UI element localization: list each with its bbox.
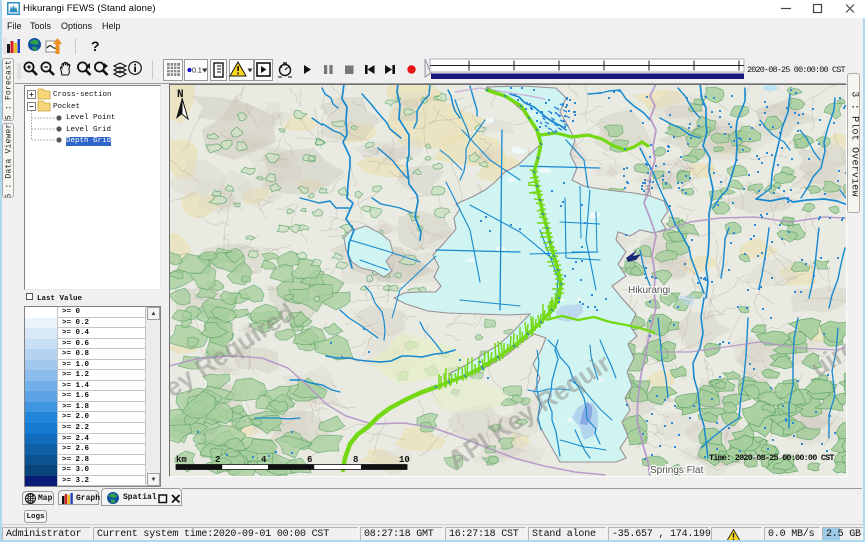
- svg-text:?: ?: [91, 38, 100, 54]
- svg-text:2: 2: [215, 455, 220, 465]
- svg-text:Hikurangi: Hikurangi: [628, 285, 670, 296]
- svg-text:8: 8: [353, 455, 358, 465]
- svg-text:4: 4: [261, 455, 267, 465]
- svg-text:km: km: [176, 455, 187, 465]
- svg-text:SH 1: SH 1: [644, 178, 653, 196]
- svg-text:0.1: 0.1: [192, 68, 202, 75]
- svg-text:6: 6: [307, 455, 312, 465]
- svg-text:Springs Flat: Springs Flat: [650, 465, 704, 476]
- svg-text:10: 10: [399, 455, 410, 465]
- svg-text:2020-08-25 00:00:00 CST: 2020-08-25 00:00:00 CST: [747, 65, 846, 75]
- svg-text:Time: 2020-08-25 00:00:00 CST: Time: 2020-08-25 00:00:00 CST: [709, 453, 834, 463]
